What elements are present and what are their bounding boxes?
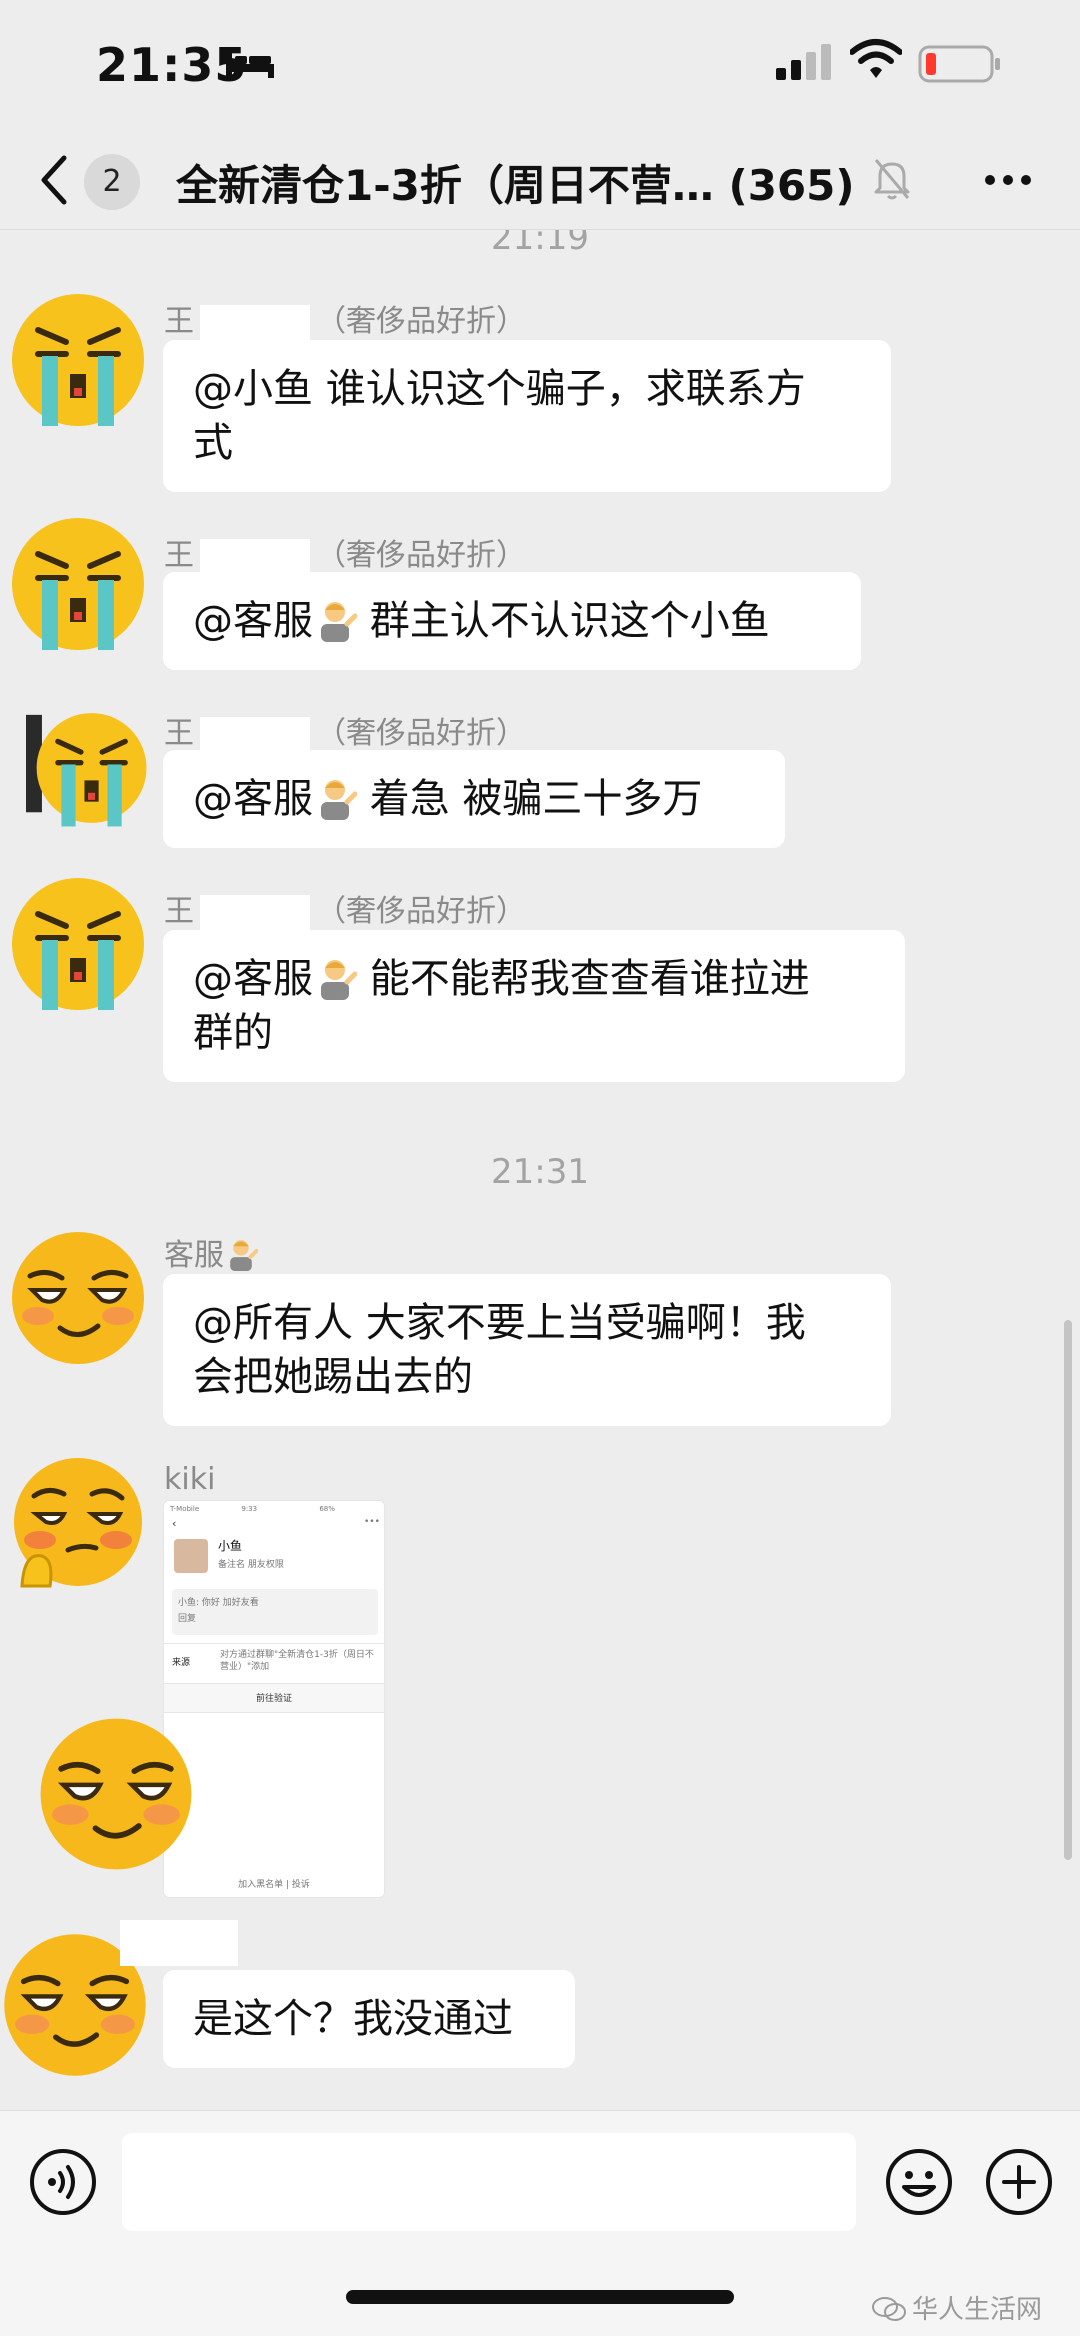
screenshot-image-message[interactable]: T-Mobile 9:33 68% ‹ ••• 小鱼 备注名 朋友权限 小鱼: … (163, 1500, 385, 1898)
redacted-name (200, 304, 310, 341)
sender-name: 王（奢侈品好折） (164, 538, 526, 575)
watermark: 华人生活网 (872, 2289, 1042, 2326)
timestamp: 21:31 (491, 1152, 589, 1192)
timestamp: 21:19 (491, 230, 589, 258)
sender-name: 客服 (164, 1230, 258, 1274)
person-tipping-hand-emoji-icon (321, 780, 357, 820)
emoji-icon[interactable] (884, 2147, 954, 2217)
wechat-logo-icon (872, 2297, 906, 2321)
smirk-emoji-avatar[interactable] (8, 1228, 148, 1368)
redacted-name (200, 894, 310, 931)
crying-emoji-avatar[interactable] (8, 874, 148, 1014)
more-icon[interactable] (982, 166, 1034, 194)
scrollbar[interactable] (1064, 1320, 1072, 1860)
crying-emoji-avatar[interactable] (8, 514, 148, 654)
status-bar: 21:35 (0, 0, 1080, 130)
crying-emoji-avatar[interactable] (8, 290, 148, 430)
home-indicator[interactable] (346, 2290, 734, 2304)
redacted-name (200, 538, 310, 575)
back-icon[interactable] (36, 152, 72, 208)
thumb-more-icon: ••• (364, 1517, 380, 1527)
unread-badge[interactable]: 2 (84, 154, 140, 210)
person-tipping-hand-emoji-icon (230, 1240, 258, 1271)
battery-icon (918, 45, 1000, 83)
message-bubble[interactable]: 是这个？我没通过 (163, 1970, 575, 2068)
sender-name: kiki (164, 1462, 216, 1497)
sender-name: 王（奢侈品好折） (164, 716, 526, 753)
sender-name: 王（奢侈品好折） (164, 304, 526, 341)
person-tipping-hand-emoji-icon (321, 960, 357, 1000)
group-name: 全新清仓1-3折（周日不营… (176, 161, 714, 210)
redacted-sender (120, 1920, 238, 1966)
person-tipping-hand-emoji-icon (321, 602, 357, 642)
thinking-emoji-avatar[interactable] (8, 1456, 148, 1596)
bed-icon (226, 52, 274, 78)
message-bubble[interactable]: @小鱼 谁认识这个骗子，求联系方 式 (163, 340, 891, 492)
mute-icon (874, 159, 910, 200)
redacted-name (200, 716, 310, 753)
smirk-emoji-sticker[interactable] (36, 1714, 196, 1874)
plus-icon[interactable] (984, 2147, 1054, 2217)
message-bubble[interactable]: @客服 群主认不认识这个小鱼 (163, 572, 861, 670)
message-bubble[interactable]: @客服 能不能帮我查查看谁拉进 群的 (163, 930, 905, 1082)
chat-title: 全新清仓1-3折（周日不营… (365) (176, 152, 855, 213)
thumb-avatar (174, 1539, 208, 1573)
message-bubble[interactable]: @所有人 大家不要上当受骗啊！我 会把她踢出去的 (163, 1274, 891, 1426)
signal-icon (776, 44, 831, 80)
message-bubble[interactable]: @客服 着急 被骗三十多万 (163, 750, 785, 848)
chat-header: 2 全新清仓1-3折（周日不营… (365) (0, 130, 1080, 230)
status-time: 21:35 (96, 38, 248, 92)
sender-name: 王（奢侈品好折） (164, 894, 526, 931)
message-input[interactable] (122, 2133, 856, 2231)
message-list[interactable]: 21:19 王（奢侈品好折） @小鱼 谁认识这个骗子，求联系方 式 王（奢侈品好… (0, 230, 1080, 2110)
thumb-back-icon: ‹ (172, 1517, 177, 1530)
crying-emoji-avatar[interactable] (26, 706, 150, 830)
voice-icon[interactable] (28, 2147, 98, 2217)
member-count: (365) (728, 161, 855, 210)
wifi-icon (850, 39, 902, 78)
